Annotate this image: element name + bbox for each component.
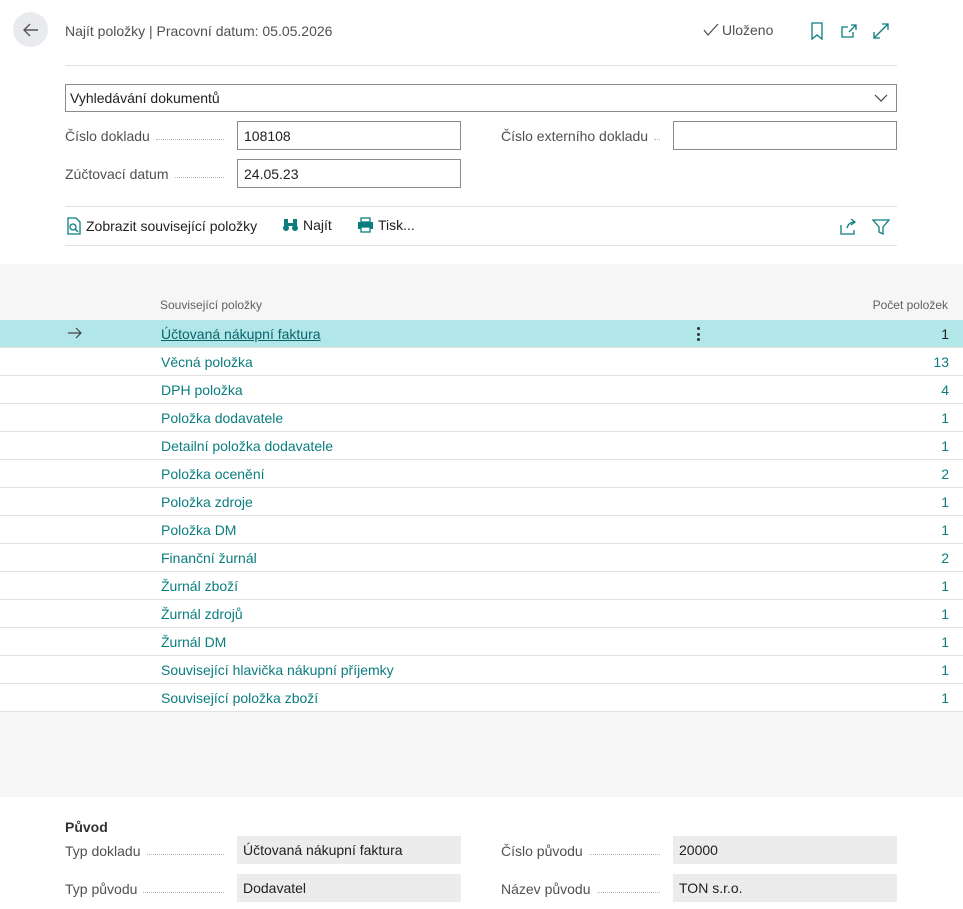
table-row[interactable]: Finanční žurnál 2 bbox=[0, 544, 963, 572]
divider bbox=[65, 65, 897, 66]
checkmark-icon bbox=[703, 23, 719, 37]
row-name[interactable]: Žurnál zdrojů bbox=[161, 606, 243, 622]
table-row[interactable]: Položka DM 1 bbox=[0, 516, 963, 544]
origin-type-value: Dodavatel bbox=[237, 874, 461, 902]
table-row[interactable]: Žurnál zdrojů 1 bbox=[0, 600, 963, 628]
binoculars-icon bbox=[283, 219, 298, 231]
share-icon[interactable] bbox=[838, 217, 858, 237]
find-button[interactable]: Najít bbox=[282, 217, 332, 233]
table-row[interactable]: DPH položka 4 bbox=[0, 376, 963, 404]
printer-icon bbox=[358, 217, 373, 233]
table-row[interactable]: Položka ocenění 2 bbox=[0, 460, 963, 488]
table-row[interactable]: Žurnál zboží 1 bbox=[0, 572, 963, 600]
table-row[interactable]: Položka zdroje 1 bbox=[0, 488, 963, 516]
origin-no-label: Číslo původu bbox=[501, 843, 666, 859]
open-new-window-icon[interactable] bbox=[839, 21, 859, 41]
column-header-count[interactable]: Počet položek bbox=[873, 298, 948, 312]
row-name[interactable]: Finanční žurnál bbox=[161, 550, 257, 566]
expand-icon[interactable] bbox=[871, 21, 891, 41]
row-count[interactable]: 1 bbox=[941, 494, 949, 510]
print-button[interactable]: Tisk... bbox=[357, 217, 415, 233]
row-count[interactable]: 2 bbox=[941, 550, 949, 566]
bookmark-icon[interactable] bbox=[807, 21, 827, 41]
divider bbox=[65, 206, 897, 207]
row-count[interactable]: 13 bbox=[933, 354, 949, 370]
back-button[interactable] bbox=[13, 12, 48, 47]
table-row[interactable]: Související položka zboží 1 bbox=[0, 684, 963, 712]
posting-date-input[interactable]: 24.05.23 bbox=[237, 159, 461, 188]
row-name[interactable]: Účtovaná nákupní faktura bbox=[161, 326, 321, 342]
row-name[interactable]: Položka dodavatele bbox=[161, 410, 283, 426]
arrow-right-icon bbox=[68, 327, 82, 339]
row-name[interactable]: Věcná položka bbox=[161, 354, 253, 370]
table-row[interactable]: Věcná položka 13 bbox=[0, 348, 963, 376]
row-count[interactable]: 1 bbox=[941, 578, 949, 594]
arrow-left-icon bbox=[22, 23, 38, 36]
origin-section-title: Původ bbox=[65, 819, 108, 835]
ext-doc-input[interactable] bbox=[673, 121, 897, 150]
origin-name-label: Název původu bbox=[501, 881, 666, 897]
row-count[interactable]: 1 bbox=[941, 662, 949, 678]
row-count[interactable]: 1 bbox=[941, 690, 949, 706]
saved-label: Uloženo bbox=[722, 22, 774, 38]
filter-icon[interactable] bbox=[871, 217, 891, 237]
row-name[interactable]: Žurnál zboží bbox=[161, 578, 238, 594]
row-name[interactable]: DPH položka bbox=[161, 382, 243, 398]
chevron-down-icon bbox=[874, 94, 888, 102]
row-name[interactable]: Žurnál DM bbox=[161, 634, 226, 650]
row-count[interactable]: 1 bbox=[941, 522, 949, 538]
table-row[interactable]: Žurnál DM 1 bbox=[0, 628, 963, 656]
dropdown-value: Vyhledávání dokumentů bbox=[70, 90, 220, 106]
row-name[interactable]: Související položka zboží bbox=[161, 690, 318, 706]
ext-doc-label: Číslo externího dokladu bbox=[501, 128, 666, 144]
table-row[interactable]: Účtovaná nákupní faktura 1 bbox=[0, 320, 963, 348]
row-name[interactable]: Položka ocenění bbox=[161, 466, 265, 482]
row-name[interactable]: Položka DM bbox=[161, 522, 236, 538]
table-row[interactable]: Detailní položka dodavatele 1 bbox=[0, 432, 963, 460]
row-name[interactable]: Související hlavička nákupní příjemky bbox=[161, 662, 394, 678]
origin-type-label: Typ původu bbox=[65, 881, 230, 897]
doc-type-label: Typ dokladu bbox=[65, 843, 230, 859]
saved-status: Uloženo bbox=[703, 22, 773, 38]
table-row[interactable]: Položka dodavatele 1 bbox=[0, 404, 963, 432]
row-count[interactable]: 1 bbox=[941, 634, 949, 650]
divider bbox=[65, 245, 897, 246]
more-options-icon[interactable] bbox=[692, 325, 704, 343]
row-name[interactable]: Položka zdroje bbox=[161, 494, 253, 510]
row-count[interactable]: 1 bbox=[941, 438, 949, 454]
column-header-name[interactable]: Související položky bbox=[160, 298, 262, 312]
row-count[interactable]: 1 bbox=[941, 410, 949, 426]
origin-name-value: TON s.r.o. bbox=[673, 874, 897, 902]
doc-no-input[interactable]: 108108 bbox=[237, 121, 461, 150]
row-count[interactable]: 1 bbox=[941, 326, 949, 342]
row-count[interactable]: 1 bbox=[941, 606, 949, 622]
search-type-dropdown[interactable]: Vyhledávání dokumentů bbox=[65, 84, 897, 112]
posting-date-label: Zúčtovací datum bbox=[65, 166, 230, 182]
row-name[interactable]: Detailní položka dodavatele bbox=[161, 438, 333, 454]
doc-type-value: Účtovaná nákupní faktura bbox=[237, 836, 461, 864]
row-count[interactable]: 2 bbox=[941, 466, 949, 482]
document-search-icon bbox=[67, 217, 81, 235]
show-related-button[interactable]: Zobrazit související položky bbox=[66, 217, 257, 235]
doc-no-label: Číslo dokladu bbox=[65, 128, 230, 144]
list-rows: Účtovaná nákupní faktura 1 Věcná položka… bbox=[0, 320, 963, 712]
table-row[interactable]: Související hlavička nákupní příjemky 1 bbox=[0, 656, 963, 684]
origin-no-value: 20000 bbox=[673, 836, 897, 864]
row-count[interactable]: 4 bbox=[941, 382, 949, 398]
page-title: Najít položky | Pracovní datum: 05.05.20… bbox=[65, 23, 333, 39]
